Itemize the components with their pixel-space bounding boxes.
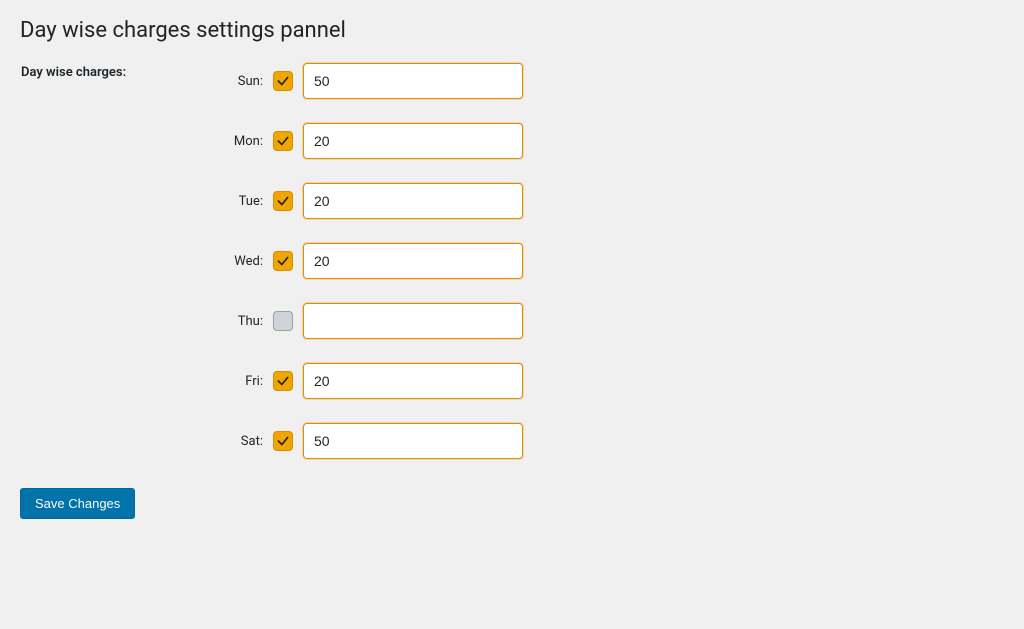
- day-label-fri: Fri:: [223, 374, 263, 389]
- day-row-mon: Mon:: [223, 121, 523, 161]
- section-label: Day wise charges:: [21, 65, 126, 80]
- check-icon: [276, 194, 290, 208]
- amount-input-mon[interactable]: [303, 123, 523, 159]
- checkbox-tue[interactable]: [273, 191, 293, 211]
- day-label-mon: Mon:: [223, 134, 263, 149]
- day-row-wed: Wed:: [223, 241, 523, 281]
- checkbox-fri[interactable]: [273, 371, 293, 391]
- day-label-wed: Wed:: [223, 254, 263, 269]
- checkbox-sat[interactable]: [273, 431, 293, 451]
- amount-input-wed[interactable]: [303, 243, 523, 279]
- day-row-thu: Thu:: [223, 301, 523, 341]
- amount-input-sat[interactable]: [303, 423, 523, 459]
- check-icon: [276, 134, 290, 148]
- check-icon: [276, 434, 290, 448]
- check-icon: [276, 374, 290, 388]
- amount-input-sun[interactable]: [303, 63, 523, 99]
- check-icon: [276, 74, 290, 88]
- day-row-sun: Sun:: [223, 61, 523, 101]
- amount-input-thu[interactable]: [303, 303, 523, 339]
- day-label-tue: Tue:: [223, 194, 263, 209]
- day-row-sat: Sat:: [223, 421, 523, 461]
- day-label-sat: Sat:: [223, 434, 263, 449]
- amount-input-fri[interactable]: [303, 363, 523, 399]
- day-label-sun: Sun:: [223, 74, 263, 89]
- page-title: Day wise charges settings pannel: [20, 18, 1004, 43]
- save-button[interactable]: Save Changes: [20, 488, 135, 519]
- day-row-tue: Tue:: [223, 181, 523, 221]
- checkbox-thu[interactable]: [273, 311, 293, 331]
- day-label-thu: Thu:: [223, 314, 263, 329]
- checkbox-mon[interactable]: [273, 131, 293, 151]
- amount-input-tue[interactable]: [303, 183, 523, 219]
- day-row-fri: Fri:: [223, 361, 523, 401]
- checkbox-wed[interactable]: [273, 251, 293, 271]
- check-icon: [276, 254, 290, 268]
- checkbox-sun[interactable]: [273, 71, 293, 91]
